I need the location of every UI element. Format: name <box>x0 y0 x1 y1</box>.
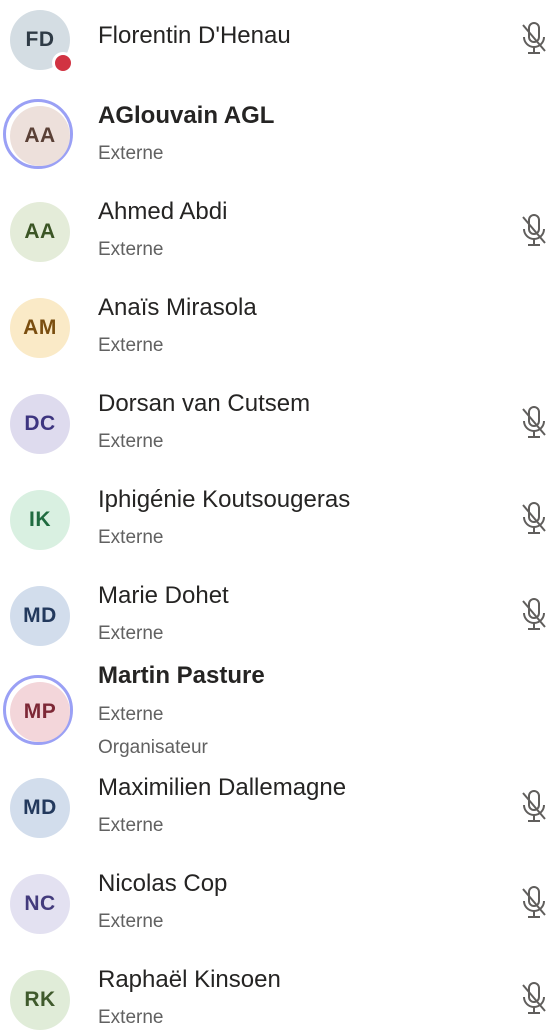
mic-off-icon <box>520 886 548 920</box>
avatar[interactable]: DC <box>8 392 72 456</box>
avatar-initials: IK <box>10 490 70 550</box>
participant-name: Ahmed Abdi <box>98 198 228 225</box>
participant-list: FD Florentin D'Henau AA AGlouvain AGL Extern… <box>0 0 556 1030</box>
participant-name: AGlouvain AGL <box>98 102 275 129</box>
mic-off-icon <box>520 406 548 440</box>
participant-name: Martin Pasture <box>98 662 265 689</box>
participant-subtitle: Externe <box>98 335 164 356</box>
participant-name: Iphigénie Koutsougeras <box>98 486 351 513</box>
avatar[interactable]: AA <box>8 200 72 264</box>
participant-name: Anaïs Mirasola <box>98 294 257 321</box>
avatar[interactable]: AA <box>3 99 73 169</box>
mic-off-icon <box>520 214 548 248</box>
avatar-initials: AA <box>10 106 70 166</box>
avatar[interactable]: MD <box>8 584 72 648</box>
mic-off-icon <box>520 790 548 824</box>
participant-name: Dorsan van Cutsem <box>98 390 311 417</box>
participant-name: Marie Dohet <box>98 582 229 609</box>
participant-subtitle: Externe <box>98 143 164 164</box>
avatar[interactable]: FD <box>8 8 74 74</box>
participant-subtitle: Externe <box>98 623 164 644</box>
avatar[interactable]: IK <box>8 488 72 552</box>
participant-name: Maximilien Dallemagne <box>98 774 347 801</box>
participant-name: Florentin D'Henau <box>98 22 291 49</box>
participant-subtitle: Externe <box>98 431 164 452</box>
avatar-initials: MD <box>10 586 70 646</box>
participant-name: Raphaël Kinsoen <box>98 966 281 993</box>
busy-status-icon <box>52 52 74 74</box>
participant-subtitle: Externe <box>98 239 164 260</box>
participant-subtitle: Externe <box>98 704 164 725</box>
participant-role: Organisateur <box>98 737 208 758</box>
avatar-initials: AA <box>10 202 70 262</box>
participant-subtitle: Externe <box>98 527 164 548</box>
avatar[interactable]: MD <box>8 776 72 840</box>
participant-name: Nicolas Cop <box>98 870 228 897</box>
avatar-initials: MD <box>10 778 70 838</box>
avatar[interactable]: AM <box>8 296 72 360</box>
avatar-initials: NC <box>10 874 70 934</box>
mic-off-icon <box>520 22 548 56</box>
avatar-initials: DC <box>10 394 70 454</box>
avatar[interactable]: MP <box>3 675 73 745</box>
avatar-initials: MP <box>10 682 70 742</box>
mic-off-icon <box>520 502 548 536</box>
avatar[interactable]: NC <box>8 872 72 936</box>
avatar[interactable]: RK <box>8 968 72 1032</box>
avatar-initials: AM <box>10 298 70 358</box>
participant-subtitle: Externe <box>98 1007 164 1028</box>
mic-off-icon <box>520 598 548 632</box>
participant-subtitle: Externe <box>98 911 164 932</box>
avatar-initials: RK <box>10 970 70 1030</box>
mic-off-icon <box>520 982 548 1016</box>
participant-subtitle: Externe <box>98 815 164 836</box>
